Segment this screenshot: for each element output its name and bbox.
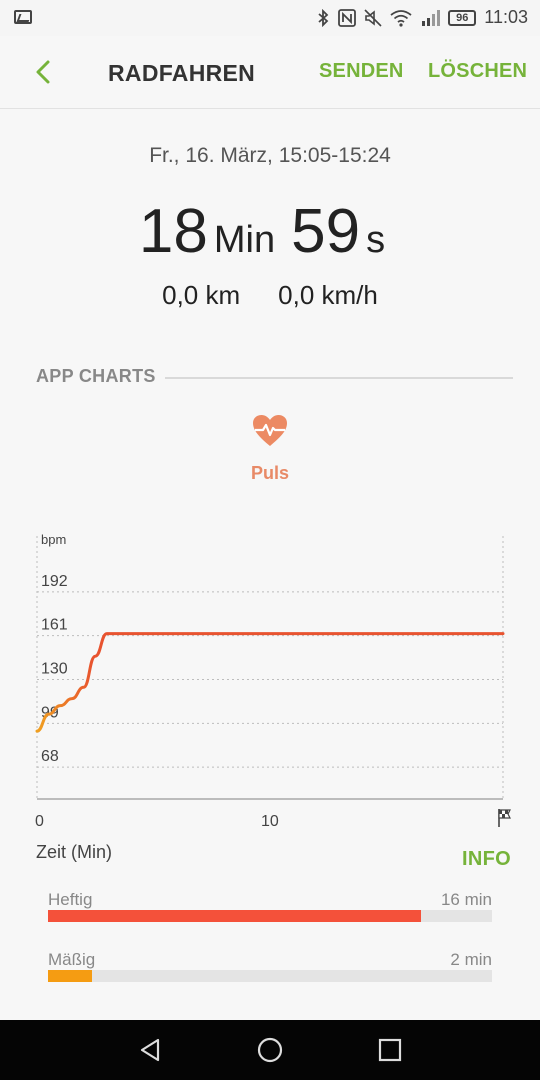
info-button[interactable]: INFO	[462, 848, 511, 871]
x-tick-label: 0	[35, 813, 44, 830]
duration-seconds: 59	[291, 197, 361, 266]
back-arrow-icon[interactable]	[30, 58, 58, 86]
zone-label: Heftig	[48, 890, 93, 909]
nav-back-icon[interactable]	[136, 1036, 164, 1064]
zone-value: 16 min	[440, 890, 492, 909]
mute-icon	[364, 8, 382, 27]
zone-value: 2 min	[450, 950, 492, 969]
zone-fill	[48, 970, 93, 982]
x-tick-label: 10	[261, 813, 279, 830]
status-bar: 96 11:03	[0, 0, 540, 36]
duration-minutes-unit: Min	[213, 219, 276, 261]
workout-date: Fr., 16. März, 15:05-15:24	[149, 144, 391, 167]
pulse-chart-label[interactable]: Puls	[0, 463, 540, 484]
nav-recents-icon[interactable]	[376, 1036, 404, 1064]
workout-stats: 0,0 km 0,0 km/h	[0, 280, 540, 311]
section-divider	[165, 377, 513, 379]
finish-flag-icon	[498, 809, 511, 827]
duration-seconds-unit: s	[366, 219, 386, 261]
y-tick-label: 68	[41, 748, 59, 765]
nav-home-icon[interactable]	[256, 1036, 284, 1064]
heart-rate-chart: 1921611309968 0 10	[35, 536, 511, 830]
section-title: APP CHARTS	[36, 366, 156, 386]
y-tick-label: 130	[41, 661, 68, 678]
battery-indicator: 96	[448, 9, 477, 26]
heart-rate-line	[35, 632, 505, 733]
wifi-icon	[390, 9, 412, 27]
delete-button[interactable]: LÖSCHEN	[428, 60, 527, 83]
signal-icon	[420, 9, 441, 27]
status-icons: 96 11:03	[316, 7, 528, 28]
y-tick-label: 192	[41, 573, 68, 590]
zone-track	[48, 970, 492, 982]
y-tick-label: 161	[41, 617, 68, 634]
duration-minutes: 18	[138, 197, 208, 266]
speed-value: 0,0 km/h	[278, 280, 378, 310]
workout-duration: 18 Min 59 s	[0, 196, 540, 267]
zone-label: Mäßig	[48, 950, 96, 969]
page-title: RADFAHREN	[108, 60, 256, 86]
heart-pulse-icon[interactable]	[252, 414, 288, 448]
distance-value: 0,0 km	[162, 280, 241, 310]
zone-track	[48, 910, 492, 922]
navigation-bar	[0, 1020, 540, 1080]
x-axis-label: Zeit (Min)	[36, 842, 112, 862]
app-bar: RADFAHREN SENDEN LÖSCHEN	[0, 36, 540, 109]
bluetooth-icon	[316, 8, 330, 27]
gallery-icon	[14, 10, 32, 24]
send-button[interactable]: SENDEN	[319, 60, 404, 83]
nfc-icon	[338, 8, 357, 27]
zone-fill	[48, 910, 421, 922]
status-clock: 11:03	[484, 7, 528, 27]
